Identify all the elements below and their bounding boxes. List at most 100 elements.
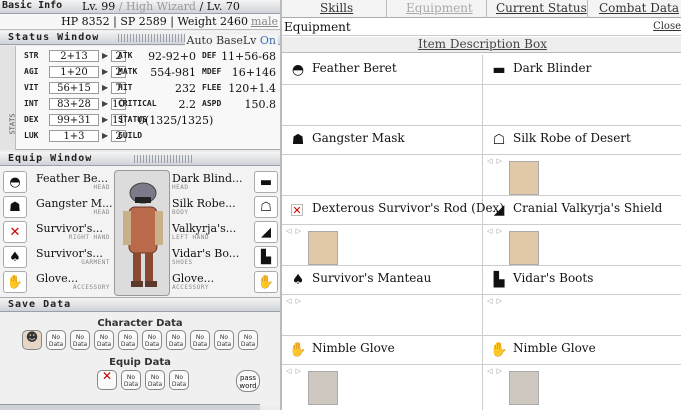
equip-item-name: Glove... xyxy=(36,272,79,285)
glove-icon[interactable]: ✋ xyxy=(254,271,278,293)
sp-value: SP 2589 xyxy=(120,15,167,28)
increase-arrow-icon[interactable]: ▶ xyxy=(102,67,108,76)
glove-icon[interactable]: ✋ xyxy=(3,271,27,293)
equipment-cell[interactable]: ▬ Dark Blinder xyxy=(483,55,681,125)
increase-arrow-icon[interactable]: ▶ xyxy=(102,51,108,60)
equip-slot-empty[interactable]: No Data xyxy=(145,370,165,390)
character-slot-empty[interactable]: No Data xyxy=(166,330,186,350)
equipment-cell[interactable]: ☖ Silk Robe of Desert ◁ ▷ xyxy=(483,125,681,195)
equipment-cell[interactable]: ◢ Cranial Valkyrja's Shield ◁ ▷ xyxy=(483,195,681,265)
equipment-cell[interactable]: ◓ Feather Beret xyxy=(282,55,482,125)
character-slot-empty[interactable]: No Data xyxy=(238,330,258,350)
equip-slot-r-3[interactable]: ▙ Vidar's Bo... SHOES xyxy=(170,245,280,270)
card-slot-arrows-icon[interactable]: ◁ ▷ xyxy=(487,297,507,305)
equip-slot-l-4[interactable]: ✋ Glove... ACCESSORY xyxy=(0,270,112,295)
character-data-label: Character Data xyxy=(97,318,183,329)
tab-skills[interactable]: Skills xyxy=(320,1,353,15)
rod-icon[interactable]: ✕ xyxy=(3,221,27,243)
close-link[interactable]: Close xyxy=(653,21,681,32)
equipment-cell[interactable]: ✕ Dexterous Survivor's Rod (Dex) ◁ ▷ xyxy=(282,195,504,265)
equipment-cell-header: ◓ Feather Beret xyxy=(282,55,482,85)
equip-slot-missing[interactable]: ✕ xyxy=(97,370,117,390)
equip-slot-r-0[interactable]: ▬ Dark Blind... HEAD xyxy=(170,170,280,195)
item-description-box[interactable]: Item Description Box xyxy=(282,37,681,53)
equipment-grid: ◓ Feather Beret ▬ Dark Blinder ☗ Gangster Mas… xyxy=(282,55,681,410)
equip-slot-r-1[interactable]: ☖ Silk Robe... BODY xyxy=(170,195,280,220)
stat-value: 2+13 xyxy=(49,50,99,62)
character-slot-empty[interactable]: No Data xyxy=(190,330,210,350)
derived-stat-name: GUILD xyxy=(118,131,143,140)
card-slot-arrows-icon[interactable]: ◁ ▷ xyxy=(286,297,306,305)
equipment-cell[interactable]: ✋ Nimble Glove ◁ ▷ xyxy=(483,335,681,405)
feather-beret-icon[interactable]: ◓ xyxy=(3,171,27,193)
equip-slot-r-4[interactable]: ✋ Glove... ACCESSORY xyxy=(170,270,280,295)
character-slot-empty[interactable]: No Data xyxy=(118,330,138,350)
gangster-mask-icon[interactable]: ☗ xyxy=(3,196,27,218)
increase-arrow-icon[interactable]: ▶ xyxy=(102,83,108,92)
card-slot-arrows-icon[interactable]: ◁ ▷ xyxy=(487,367,507,375)
tab-divider xyxy=(386,0,387,18)
equipment-cell[interactable]: ♠ Survivor's Manteau ◁ ▷ xyxy=(282,265,482,335)
basic-info-title: Basic Info xyxy=(2,0,63,11)
increase-arrow-icon[interactable]: ▶ xyxy=(102,99,108,108)
boots-icon[interactable]: ▙ xyxy=(254,246,278,268)
character-slot-empty[interactable]: No Data xyxy=(214,330,234,350)
card-slot-arrows-icon[interactable]: ◁ ▷ xyxy=(487,157,507,165)
character-slot-empty[interactable]: No Data xyxy=(70,330,90,350)
equip-slot-l-2[interactable]: ✕ Survivor's... RIGHT HAND xyxy=(0,220,112,245)
stat-value: 1+20 xyxy=(49,66,99,78)
shield-icon[interactable]: ◢ xyxy=(254,221,278,243)
missing-image-icon: ✕ xyxy=(291,203,303,217)
card-slot-arrows-icon[interactable]: ◁ ▷ xyxy=(286,367,306,375)
card-image[interactable] xyxy=(308,231,338,265)
info-panel: Skills Equipment Current Status Combat D… xyxy=(280,0,681,410)
character-slot-empty[interactable]: No Data xyxy=(46,330,66,350)
dark-blinder-icon[interactable]: ▬ xyxy=(254,171,278,193)
job-level: Lv. 70 xyxy=(206,0,240,13)
equip-slot-l-1[interactable]: ☗ Gangster M... HEAD xyxy=(0,195,113,220)
equipment-cell[interactable]: ☗ Gangster Mask xyxy=(282,125,482,195)
bottom-tab-strip[interactable] xyxy=(0,404,260,410)
card-image[interactable] xyxy=(509,371,539,405)
character-slot-filled[interactable]: ☻ xyxy=(22,330,42,350)
card-slot-arrows-icon[interactable]: ◁ ▷ xyxy=(487,227,507,235)
tab-combat-data[interactable]: Combat Data xyxy=(599,1,679,15)
silk-robe-icon[interactable]: ☖ xyxy=(254,196,278,218)
stat-row-vit: VIT 56+15 ▶ 7 HIT 232 FLEE 120+1.4 xyxy=(18,82,278,96)
increase-arrow-icon[interactable]: ▶ xyxy=(102,131,108,140)
equip-data-label: Equip Data xyxy=(109,357,171,368)
card-image[interactable] xyxy=(509,161,539,195)
equipment-cell[interactable]: ✋ Nimble Glove ◁ ▷ xyxy=(282,335,482,405)
equipment-cell-header: ✕ Dexterous Survivor's Rod (Dex) xyxy=(282,195,504,225)
equipment-cell[interactable]: ▙ Vidar's Boots ◁ ▷ xyxy=(483,265,681,335)
password-button[interactable]: pass word xyxy=(236,370,260,392)
equip-slot-l-0[interactable]: ◓ Feather Be... HEAD xyxy=(0,170,112,195)
tab-equipment[interactable]: Equipment xyxy=(406,1,473,15)
equipment-item-name: Vidar's Boots xyxy=(513,271,594,285)
glove-icon: ✋ xyxy=(490,342,508,358)
equip-slot-r-2[interactable]: ◢ Valkyrja's... LEFT HAND xyxy=(170,220,280,245)
stat-name: AGI xyxy=(24,67,39,76)
basic-info-bar: Basic Info Lv. 99 / High Wizard / Lv. 70 xyxy=(0,0,280,14)
derived-stat-name: DEF xyxy=(202,51,217,60)
equip-slot-empty[interactable]: No Data xyxy=(121,370,141,390)
manteau-icon[interactable]: ♠ xyxy=(3,246,27,268)
equip-slot-l-3[interactable]: ♠ Survivor's... GARMENT xyxy=(0,245,112,270)
character-slot-empty[interactable]: No Data xyxy=(142,330,162,350)
derived-stat-value: 150.8 xyxy=(244,98,277,111)
equip-slot-empty[interactable]: No Data xyxy=(169,370,189,390)
stat-value: 1+3 xyxy=(49,130,99,142)
level-separator-2: / xyxy=(199,0,204,13)
weight-value: Weight 2460 xyxy=(177,15,248,28)
increase-arrow-icon[interactable]: ▶ xyxy=(102,115,108,124)
equipment-item-name: Cranial Valkyrja's Shield xyxy=(513,201,663,215)
card-slot-arrows-icon[interactable]: ◁ ▷ xyxy=(286,227,306,235)
card-image[interactable] xyxy=(509,231,539,265)
character-slot-empty[interactable]: No Data xyxy=(94,330,114,350)
equipment-title: Equipment xyxy=(284,20,351,34)
equip-window-title-bar: Equip Window xyxy=(0,152,280,166)
card-image[interactable] xyxy=(308,371,338,405)
character-panel: Basic Info Lv. 99 / High Wizard / Lv. 70… xyxy=(0,0,280,410)
gender-toggle[interactable]: male xyxy=(251,15,278,28)
tab-current-status[interactable]: Current Status xyxy=(496,1,587,15)
